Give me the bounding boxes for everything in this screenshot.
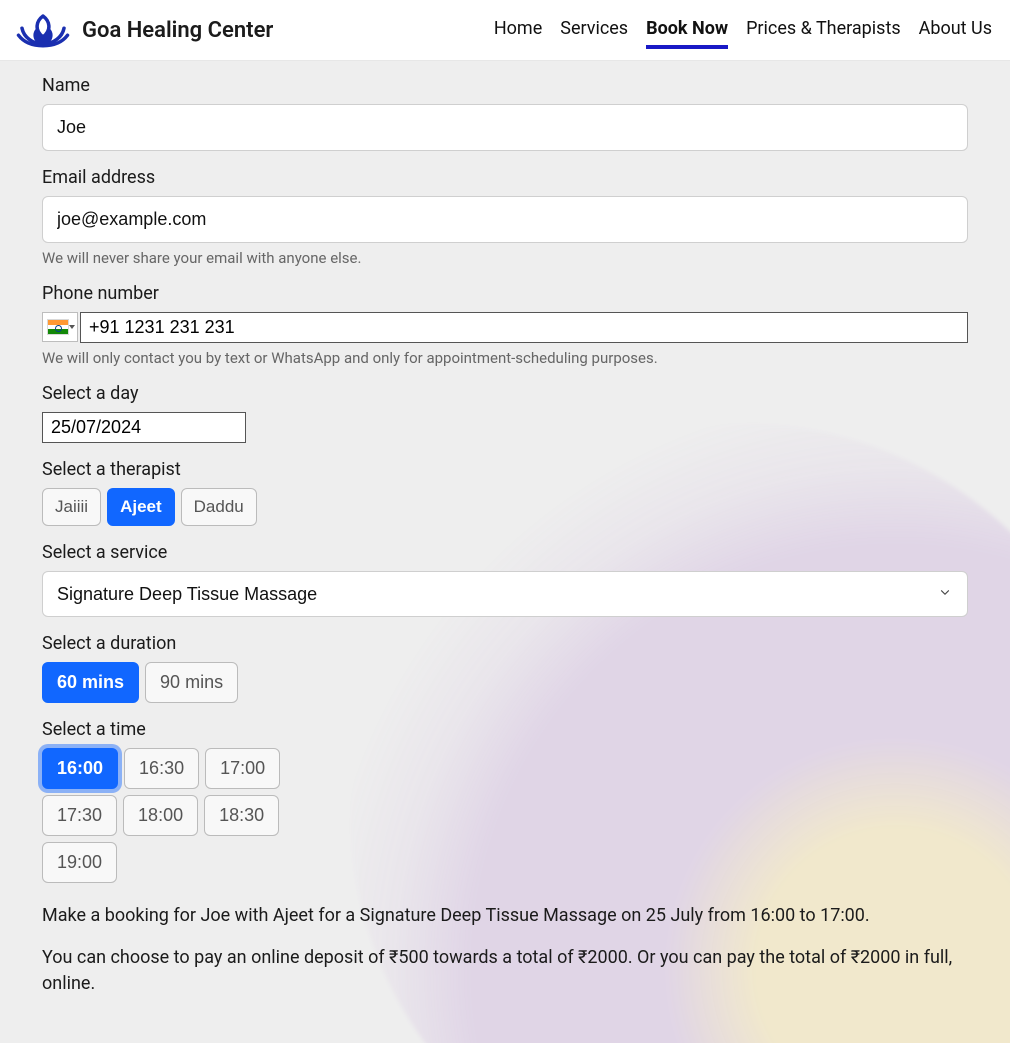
time-label: Select a time [42,719,968,740]
time-option-1800[interactable]: 18:00 [123,795,198,836]
email-block: Email address We will never share your e… [42,167,968,267]
name-block: Name [42,75,968,151]
service-block: Select a service Signature Deep Tissue M… [42,542,968,617]
nav-services[interactable]: Services [560,12,628,49]
time-block: Select a time 16:00 16:30 17:00 17:30 18… [42,719,968,883]
flag-india-icon [47,319,69,335]
therapist-option-jaiiii[interactable]: Jaiiii [42,488,101,526]
brand-title: Goa Healing Center [82,18,273,43]
name-input[interactable] [42,104,968,151]
email-input[interactable] [42,196,968,243]
email-label: Email address [42,167,968,188]
phone-input[interactable] [80,312,968,343]
day-block: Select a day [42,383,968,443]
summary-line-payment: You can choose to pay an online deposit … [42,945,968,997]
day-label: Select a day [42,383,968,404]
email-help: We will never share your email with anyo… [42,249,968,267]
phone-label: Phone number [42,283,968,304]
top-navbar: Goa Healing Center Home Services Book No… [0,0,1010,61]
nav-book-now[interactable]: Book Now [646,12,728,49]
name-label: Name [42,75,968,96]
country-code-picker[interactable] [42,312,78,342]
service-label: Select a service [42,542,968,563]
time-option-1830[interactable]: 18:30 [204,795,279,836]
day-input[interactable] [42,412,246,443]
time-option-1730[interactable]: 17:30 [42,795,117,836]
therapist-option-ajeet[interactable]: Ajeet [107,488,175,526]
nav-prices-therapists[interactable]: Prices & Therapists [746,12,901,49]
phone-block: Phone number We will only contact you by… [42,283,968,367]
duration-option-60[interactable]: 60 mins [42,662,139,703]
brand: Goa Healing Center [14,10,273,50]
time-option-1900[interactable]: 19:00 [42,842,117,883]
summary-line-booking: Make a booking for Joe with Ajeet for a … [42,903,968,929]
duration-label: Select a duration [42,633,968,654]
therapist-option-daddu[interactable]: Daddu [181,488,257,526]
booking-form: Name Email address We will never share y… [14,75,996,997]
phone-help: We will only contact you by text or What… [42,349,968,367]
booking-summary: Make a booking for Joe with Ajeet for a … [42,903,968,997]
nav-home[interactable]: Home [494,12,542,49]
lotus-logo-icon [14,10,72,50]
therapist-label: Select a therapist [42,459,968,480]
time-option-1700[interactable]: 17:00 [205,748,280,789]
duration-option-90[interactable]: 90 mins [145,662,238,703]
time-option-1630[interactable]: 16:30 [124,748,199,789]
time-option-1600[interactable]: 16:00 [42,748,118,789]
booking-page: Name Email address We will never share y… [0,61,1010,1043]
primary-nav: Home Services Book Now Prices & Therapis… [494,12,996,49]
therapist-block: Select a therapist Jaiiii Ajeet Daddu [42,459,968,526]
nav-about-us[interactable]: About Us [919,12,992,49]
service-select[interactable]: Signature Deep Tissue Massage [42,571,968,617]
duration-block: Select a duration 60 mins 90 mins [42,633,968,703]
